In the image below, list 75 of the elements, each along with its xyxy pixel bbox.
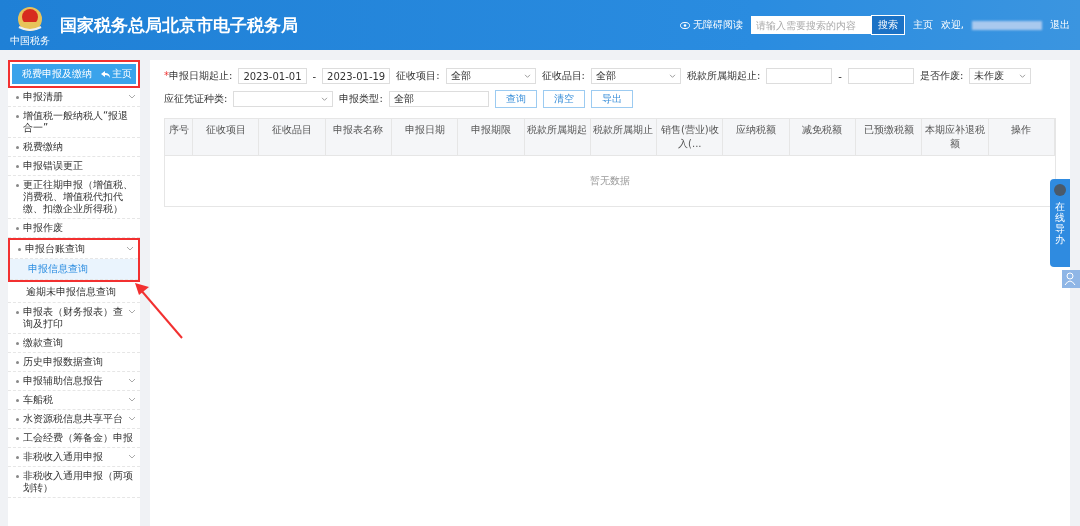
sidebar-item[interactable]: 申报表（财务报表）查询及打印	[8, 303, 140, 334]
sidebar-item[interactable]: 工会经费（筹备金）申报	[8, 429, 140, 448]
column-header: 税款所属期起	[524, 119, 591, 155]
chevron-down-icon	[128, 94, 136, 100]
sidebar-item[interactable]: 申报清册	[8, 88, 140, 107]
column-header: 减免税额	[789, 119, 857, 155]
sidebar-item[interactable]: 申报作废	[8, 219, 140, 238]
action-button[interactable]: 清空	[542, 90, 585, 108]
chevron-down-icon	[321, 96, 329, 102]
filter-label: 申报类型:	[339, 92, 383, 106]
range-dash: -	[838, 70, 842, 82]
chevron-down-icon	[128, 454, 136, 460]
welcome-text: 欢迎,	[940, 18, 964, 32]
search-field[interactable]: 请输入需要搜索的内容	[750, 16, 871, 34]
sidebar-item[interactable]: 车船税	[8, 391, 140, 410]
sidebar-item[interactable]: 水资源税信息共享平台	[8, 410, 140, 429]
date-field[interactable]: 2023-01-01	[238, 68, 307, 84]
online-guide-tab[interactable]: 在线导办	[1050, 179, 1070, 267]
sidebar-item[interactable]: 非税收入通用申报（两项划转）	[8, 467, 140, 498]
sidebar-item[interactable]: 历史申报数据查询	[8, 353, 140, 372]
sidebar-item[interactable]: 税费缴纳	[8, 138, 140, 157]
action-button[interactable]: 导出	[590, 90, 633, 108]
chevron-down-icon	[128, 416, 136, 422]
sidebar-item[interactable]: 申报错误更正	[8, 157, 140, 176]
action-button[interactable]: 查询	[494, 90, 537, 108]
accessibility-link[interactable]: 无障碍阅读	[679, 18, 743, 32]
filter-label: 税款所属期起止:	[687, 69, 761, 83]
chevron-down-icon	[126, 246, 134, 252]
column-header: 税款所属期止	[590, 119, 658, 155]
search-button[interactable]: 搜索	[870, 15, 905, 35]
avatar-icon	[1053, 183, 1067, 197]
column-header: 序号	[165, 119, 193, 155]
select-field[interactable]: 全部	[591, 68, 681, 84]
column-header: 销售(营业)收入(...	[657, 119, 724, 155]
column-header: 本期应补退税额	[922, 119, 989, 155]
column-header: 操作	[988, 119, 1055, 155]
sidebar-item[interactable]: 更正往期申报（增值税、消费税、增值税代扣代缴、扣缴企业所得税）	[8, 176, 140, 219]
sidebar-item[interactable]: 缴款查询	[8, 334, 140, 353]
site-title: 国家税务总局北京市电子税务局	[60, 13, 298, 37]
column-header: 应纳税额	[723, 119, 790, 155]
sidebar-item[interactable]: 申报辅助信息报告	[8, 372, 140, 391]
date-field[interactable]	[766, 68, 833, 84]
column-header: 征收品目	[259, 119, 326, 155]
sidebar-item[interactable]: 非税收入通用申报	[8, 448, 140, 467]
logo-caption: 中国税务	[10, 34, 50, 46]
chevron-down-icon	[128, 309, 136, 315]
chevron-down-icon	[128, 397, 136, 403]
range-dash: -	[312, 70, 317, 82]
reply-icon	[101, 70, 110, 78]
column-header: 已预缴税额	[856, 119, 923, 155]
date-field[interactable]: 2023-01-19	[322, 68, 391, 84]
select-field[interactable]: 全部	[445, 68, 536, 84]
select-field[interactable]	[233, 91, 334, 107]
eye-icon	[679, 21, 690, 29]
filter-label: 是否作废:	[919, 69, 964, 83]
filter-label: 征收品目:	[541, 69, 585, 83]
chevron-down-icon	[128, 378, 136, 384]
empty-message: 暂无数据	[590, 174, 630, 188]
chevron-down-icon	[523, 73, 531, 79]
column-header: 征收项目	[193, 119, 260, 155]
user-icon[interactable]	[1062, 270, 1080, 288]
chevron-down-icon	[1019, 73, 1027, 79]
column-header: 申报期限	[458, 119, 525, 155]
chevron-down-icon	[669, 73, 676, 79]
section-title: 税费申报及缴纳	[22, 67, 92, 81]
filter-label: *申报日期起止:	[164, 69, 233, 83]
text-field[interactable]: 全部	[388, 91, 489, 107]
date-field[interactable]	[847, 68, 914, 84]
select-field[interactable]: 未作废	[969, 68, 1032, 84]
filter-label: 应征凭证种类:	[164, 92, 228, 106]
sidebar-item[interactable]: 增值税一般纳税人“报退合一”	[8, 107, 140, 138]
filter-label: 征收项目:	[396, 69, 440, 83]
column-header: 申报日期	[391, 119, 459, 155]
column-header: 申报表名称	[325, 119, 392, 155]
redacted-name	[972, 20, 1042, 30]
